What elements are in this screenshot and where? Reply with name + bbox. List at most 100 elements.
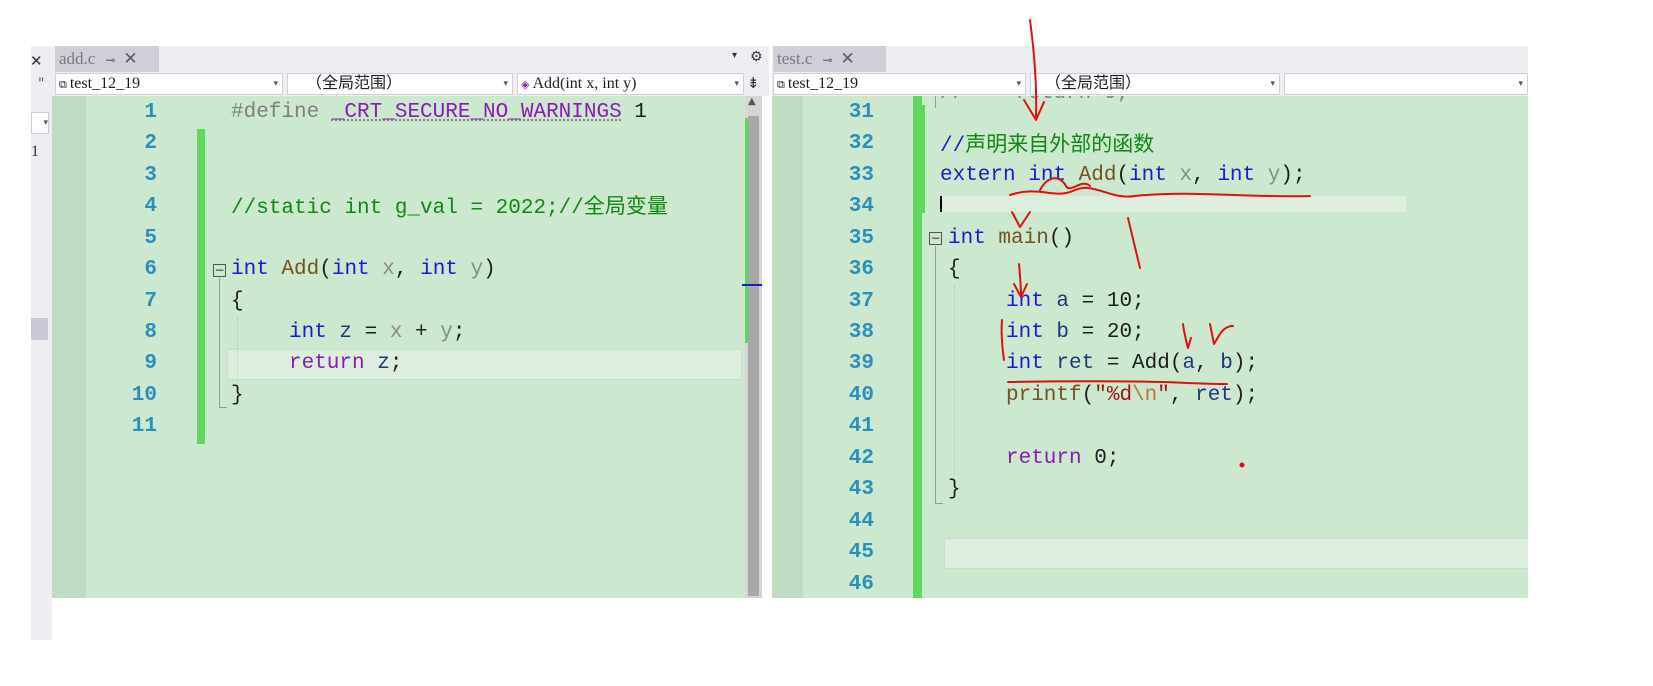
line-number: 42	[848, 447, 874, 470]
line-number: 37	[848, 290, 874, 313]
left-tab-strip	[52, 46, 769, 72]
fold-toggle-icon[interactable]: −	[213, 264, 226, 277]
left-edge-dropdown[interactable]: ▾	[31, 112, 49, 134]
code-line-7: {	[231, 290, 244, 313]
code-line-40: printf("%d\n", ret);	[1006, 384, 1259, 407]
left-edge-quote: "	[38, 76, 45, 92]
line-number: 32	[848, 132, 874, 155]
chevron-down-icon: ▾	[1270, 79, 1275, 89]
left-code-editor[interactable]: 1 2 3 4 5 6 7 8 9 10 11 − #define _CRT_S…	[52, 96, 745, 598]
line-number: 2	[144, 132, 157, 155]
fold-toggle-icon[interactable]: −	[929, 232, 942, 245]
code-line-43: }	[948, 478, 961, 501]
code-line-38: int b = 20;	[1006, 321, 1145, 344]
indent-guide	[237, 318, 238, 380]
code-line-39: int ret = Add(a, b);	[1006, 352, 1259, 375]
code-line-4: //static int g_val = 2022;//全局变量	[231, 194, 668, 220]
line-number: 5	[144, 227, 157, 250]
right-code-editor[interactable]: 31 32 33 34 35 36 37 38 39 40 41 42 43 4…	[772, 96, 1528, 598]
line-number: 44	[848, 510, 874, 533]
tab-test-c[interactable]: test.c ⊸ ✕	[773, 46, 886, 72]
line-number: 9	[144, 352, 157, 375]
function-icon: ◈	[521, 78, 530, 91]
code-line-37: int a = 10;	[1006, 290, 1145, 313]
line-number: 46	[848, 573, 874, 596]
line-number: 31	[848, 101, 874, 124]
chevron-down-icon: ▾	[1518, 79, 1523, 89]
code-line-32: //声明来自外部的函数	[940, 132, 1155, 158]
scroll-caret-mark	[742, 284, 762, 286]
tab-label: add.c	[59, 49, 96, 68]
fold-guide-top	[935, 96, 936, 108]
fold-guide	[219, 278, 220, 408]
line-number: 3	[144, 164, 157, 187]
code-line-31: // return 0;	[940, 96, 1129, 109]
scroll-up-icon[interactable]: ▲	[748, 96, 756, 107]
line-number: 38	[848, 321, 874, 344]
code-line-10: }	[231, 384, 244, 407]
line-number: 7	[144, 290, 157, 313]
pin-icon[interactable]: ⊸	[822, 47, 832, 73]
project-icon: ⧉	[59, 78, 67, 91]
function-dropdown[interactable]: ▾	[1284, 73, 1528, 95]
code-line-1: #define _CRT_SECURE_NO_WARNINGS 1	[231, 101, 647, 124]
line-number: 36	[848, 258, 874, 281]
code-line-35: int main()	[948, 227, 1075, 250]
line-number: 33	[848, 164, 874, 187]
fold-guide-end	[219, 407, 227, 408]
project-dropdown[interactable]: ⧉ test_12_19 ▾	[55, 73, 283, 95]
scope-dropdown[interactable]: （全局范围） ▾	[1030, 73, 1280, 95]
line-number: 11	[131, 415, 157, 438]
left-vertical-scrollbar[interactable]: ▲	[742, 96, 762, 598]
code-line-42: return 0;	[1006, 447, 1120, 470]
line-number: 40	[848, 384, 874, 407]
scroll-thumb[interactable]	[748, 116, 759, 596]
code-line-6: int Add(int x, int y)	[231, 258, 496, 281]
project-dropdown[interactable]: ⧉ test_12_19 ▾	[773, 73, 1026, 95]
left-edge-scroll-thumb[interactable]	[31, 318, 48, 340]
text-caret	[940, 196, 942, 212]
split-icon[interactable]: ⇟	[747, 74, 760, 92]
line-number: 45	[848, 541, 874, 564]
chevron-down-icon: ▾	[734, 79, 739, 89]
scope-dropdown[interactable]: （全局范围） ▾	[287, 73, 513, 95]
function-dropdown[interactable]: ◈ Add(int x, int y) ▾	[517, 73, 744, 95]
chevron-down-icon: ▾	[1016, 79, 1021, 89]
tab-add-c[interactable]: add.c ⊸ ✕	[55, 46, 159, 72]
code-line-36: {	[948, 258, 961, 281]
line-number: 10	[131, 384, 157, 407]
fold-guide-end	[935, 503, 943, 504]
left-edge-pane	[31, 46, 52, 640]
line-number: 6	[144, 258, 157, 281]
left-gutter-margin	[52, 96, 86, 598]
settings-gear-icon[interactable]: ⚙	[750, 49, 763, 65]
chevron-down-icon: ▾	[503, 79, 508, 89]
line-number: 43	[848, 478, 874, 501]
fold-guide	[935, 246, 936, 504]
current-line-highlight	[944, 538, 1528, 569]
close-icon[interactable]: ✕	[123, 46, 137, 72]
line-34-highlight	[940, 196, 1406, 212]
dropdown-menu-icon[interactable]: ▾	[732, 50, 737, 61]
line-number: 8	[144, 321, 157, 344]
scroll-change-mark	[745, 118, 748, 343]
project-icon: ⧉	[777, 78, 785, 91]
tab-label: test.c	[777, 49, 813, 68]
pin-icon[interactable]: ⊸	[105, 47, 115, 73]
close-icon[interactable]: ✕	[840, 46, 854, 72]
line-number: 35	[848, 227, 874, 250]
line-number: 39	[848, 352, 874, 375]
left-edge-line-number: 1	[31, 143, 39, 160]
line-number: 1	[144, 101, 157, 124]
saved-change-bar	[920, 105, 925, 213]
indent-guide	[954, 286, 955, 476]
change-indicator-bar	[197, 129, 205, 444]
line-number: 41	[848, 415, 874, 438]
code-line-8: int z = x + y;	[289, 321, 466, 344]
line-number: 4	[144, 195, 157, 218]
code-line-9: return z;	[289, 352, 403, 375]
right-gutter-margin	[772, 96, 803, 598]
line-number: 34	[848, 195, 874, 218]
left-edge-close-icon[interactable]: ✕	[30, 52, 43, 70]
chevron-down-icon: ▾	[273, 79, 278, 89]
